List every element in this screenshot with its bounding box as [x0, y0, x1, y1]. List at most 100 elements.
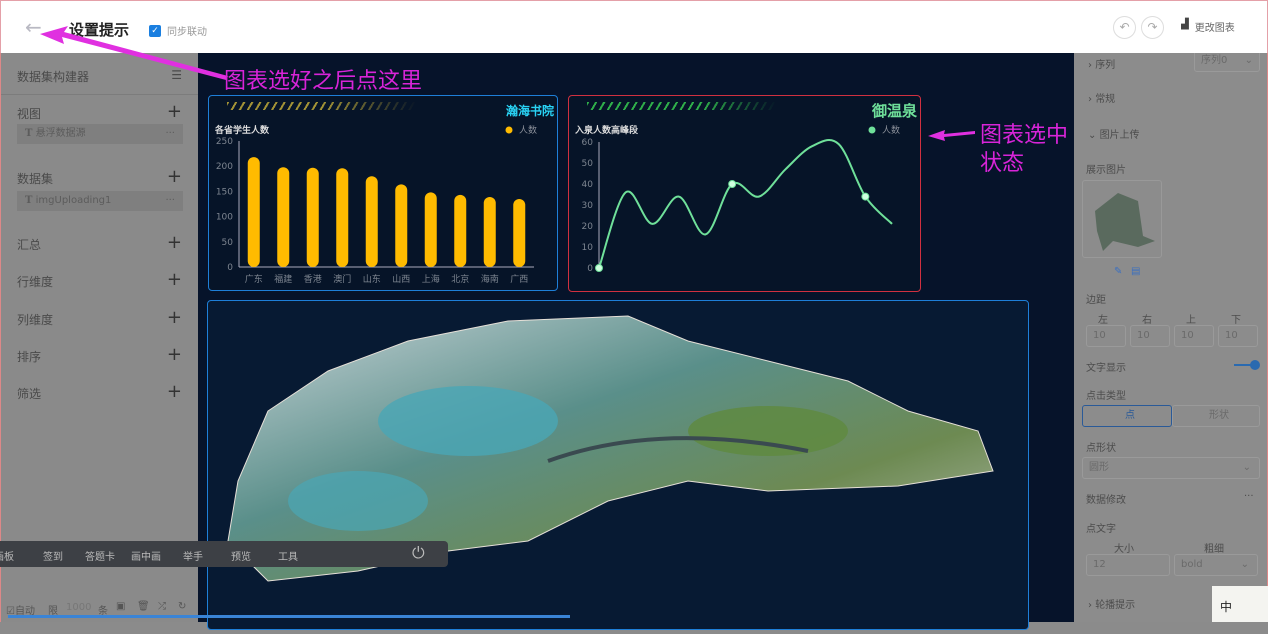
calendar-icon[interactable]: ▣	[116, 601, 125, 612]
bar-chart: 各省学生人数 人数 0 50 100 150 200 250 广东 福建 香港 澳门 山东 山西 上海 北京海…	[214, 124, 537, 285]
x-tick-label: 广东	[245, 273, 263, 285]
section-view: 视图 +	[17, 103, 182, 122]
series-label: 序列	[1095, 60, 1116, 71]
text-display-toggle[interactable]	[1234, 360, 1260, 370]
toolbar-answer-card[interactable]: 答题卡	[85, 548, 115, 563]
add-icon[interactable]: +	[167, 346, 182, 365]
refresh-icon[interactable]: ↻	[178, 601, 186, 612]
series-value: 序列0	[1201, 55, 1228, 66]
toolbar-raise-hand[interactable]: 举手	[183, 548, 203, 563]
image-thumbnail[interactable]	[1082, 180, 1162, 258]
section-dataset: 数据集 +	[17, 168, 182, 187]
delete-icon[interactable]: 🗑	[137, 601, 150, 612]
bar	[365, 176, 378, 267]
limit-input[interactable]: 1000	[66, 602, 91, 613]
x-tick-label: 山东	[363, 273, 381, 285]
margin-right-input[interactable]: 10	[1130, 325, 1170, 347]
y-tick-label: 50	[582, 159, 594, 169]
series-section[interactable]: › 序列	[1088, 56, 1115, 71]
meeting-toolbar: 画板 签到 答题卡 画中画 举手 预览 工具 ⏻	[0, 541, 448, 567]
weight-select[interactable]: bold ⌄	[1174, 554, 1258, 576]
y-tick-label: 0	[587, 264, 593, 274]
section-row-dim: 行维度 +	[17, 271, 182, 290]
chevron-down-icon: ⌄	[1240, 559, 1249, 570]
chevron-down-icon: ⌄	[1244, 55, 1253, 66]
back-arrow-icon[interactable]: ←	[25, 15, 42, 39]
bar	[247, 157, 260, 267]
point-shape-select[interactable]: 圆形 ⌄	[1082, 457, 1260, 479]
chevron-down-icon: ⌄	[1242, 462, 1251, 473]
annotation-selected-state: 图表选中 状态	[980, 123, 1069, 176]
line-chart-panel-selected[interactable]: 御温泉 入泉人数高峰段 人数 0 10 20 30 40 50 60	[568, 95, 921, 292]
toolbar-signin[interactable]: 签到	[43, 548, 63, 563]
weight-value: bold	[1181, 559, 1203, 570]
collapse-icon[interactable]: ☰	[171, 68, 182, 85]
add-icon[interactable]: +	[167, 103, 182, 122]
bar	[395, 184, 408, 267]
checkbox-icon[interactable]: ✓	[149, 24, 161, 37]
section-label: 筛选	[17, 387, 42, 401]
toolbar-pip[interactable]: 画中画	[131, 548, 161, 563]
map-image-panel[interactable]	[207, 300, 1029, 630]
toolbar-tools[interactable]: 工具	[278, 548, 298, 563]
view-item[interactable]: T 悬浮数据源 ···	[17, 124, 183, 144]
y-tick-label: 60	[582, 138, 594, 148]
click-type-shape[interactable]: 形状	[1172, 405, 1260, 427]
y-tick-label: 20	[582, 222, 594, 232]
add-icon[interactable]: +	[167, 234, 182, 253]
shuffle-icon[interactable]: ⤮	[158, 601, 166, 612]
change-chart-button[interactable]: ▟ 更改图表	[1181, 19, 1235, 34]
size-input[interactable]: 12	[1086, 554, 1170, 576]
x-tick-label: 福建	[274, 273, 292, 285]
outline-tip-section[interactable]: › 轮播提示	[1088, 596, 1135, 611]
x-tick-label: 香港	[304, 273, 322, 285]
x-tick-label: 上海	[422, 273, 440, 285]
x-tick-label: 海南	[481, 273, 499, 285]
weight-label: 粗细	[1204, 544, 1224, 555]
add-icon[interactable]: +	[167, 383, 182, 402]
section-summary: 汇总 +	[17, 234, 182, 253]
x-tick-label: 北京	[451, 273, 469, 285]
add-icon[interactable]: +	[167, 271, 182, 290]
add-icon[interactable]: +	[167, 309, 182, 328]
ime-bamboo-icon[interactable]: 中	[1212, 586, 1268, 622]
x-tick-label: 山西	[392, 274, 410, 285]
annotation-click-here: 图表选好之后点这里	[224, 69, 423, 94]
power-icon[interactable]: ⏻	[412, 543, 425, 563]
section-label: 视图	[17, 107, 42, 121]
progress-bar	[8, 615, 570, 618]
redo-icon[interactable]: ↷	[1141, 16, 1164, 39]
more-icon[interactable]: ···	[165, 124, 175, 144]
builder-title: 数据集构建器	[17, 70, 90, 84]
bar	[306, 167, 319, 267]
sync-checkbox[interactable]: ✓ 同步联动	[149, 23, 207, 38]
series-select[interactable]: 序列0 ⌄	[1194, 50, 1260, 72]
point-shape-value: 圆形	[1089, 462, 1109, 473]
more-icon[interactable]: ···	[165, 191, 175, 211]
bar-chart-panel[interactable]: 瀚海书院 各省学生人数 人数 0 50 100 150 200 250 广东 福建 香港 澳门 山东 山西…	[208, 95, 558, 291]
image-upload-label: 图片上传	[1099, 130, 1140, 141]
margin-bottom-input[interactable]: 10	[1218, 325, 1258, 347]
data-edit-more-icon[interactable]: ···	[1244, 491, 1254, 502]
margin-top-input[interactable]: 10	[1174, 325, 1214, 347]
edit-icon[interactable]: ✎	[1114, 266, 1122, 277]
margin-left-input[interactable]: 10	[1086, 325, 1126, 347]
add-icon[interactable]: +	[167, 168, 182, 187]
general-section[interactable]: › 常规	[1088, 90, 1115, 105]
y-tick-label: 200	[216, 162, 233, 172]
change-chart-label: 更改图表	[1194, 23, 1235, 34]
section-label: 数据集	[17, 172, 54, 186]
item-label: imgUploading1	[35, 195, 112, 206]
y-tick-label: 250	[216, 137, 233, 147]
chart-title: 各省学生人数	[214, 124, 270, 136]
click-type-point[interactable]: 点	[1082, 405, 1172, 427]
toolbar-whiteboard[interactable]: 画板	[0, 548, 14, 563]
file-icon[interactable]: ▤	[1131, 266, 1140, 277]
image-upload-section[interactable]: ⌄ 图片上传	[1088, 126, 1140, 141]
y-tick-label: 150	[216, 187, 233, 197]
dataset-item[interactable]: T imgUploading1 ···	[17, 191, 183, 211]
section-label: 排序	[17, 350, 42, 364]
toolbar-preview[interactable]: 预览	[231, 548, 251, 563]
outline-tip-label: 轮播提示	[1095, 600, 1136, 611]
undo-icon[interactable]: ↶	[1113, 16, 1136, 39]
